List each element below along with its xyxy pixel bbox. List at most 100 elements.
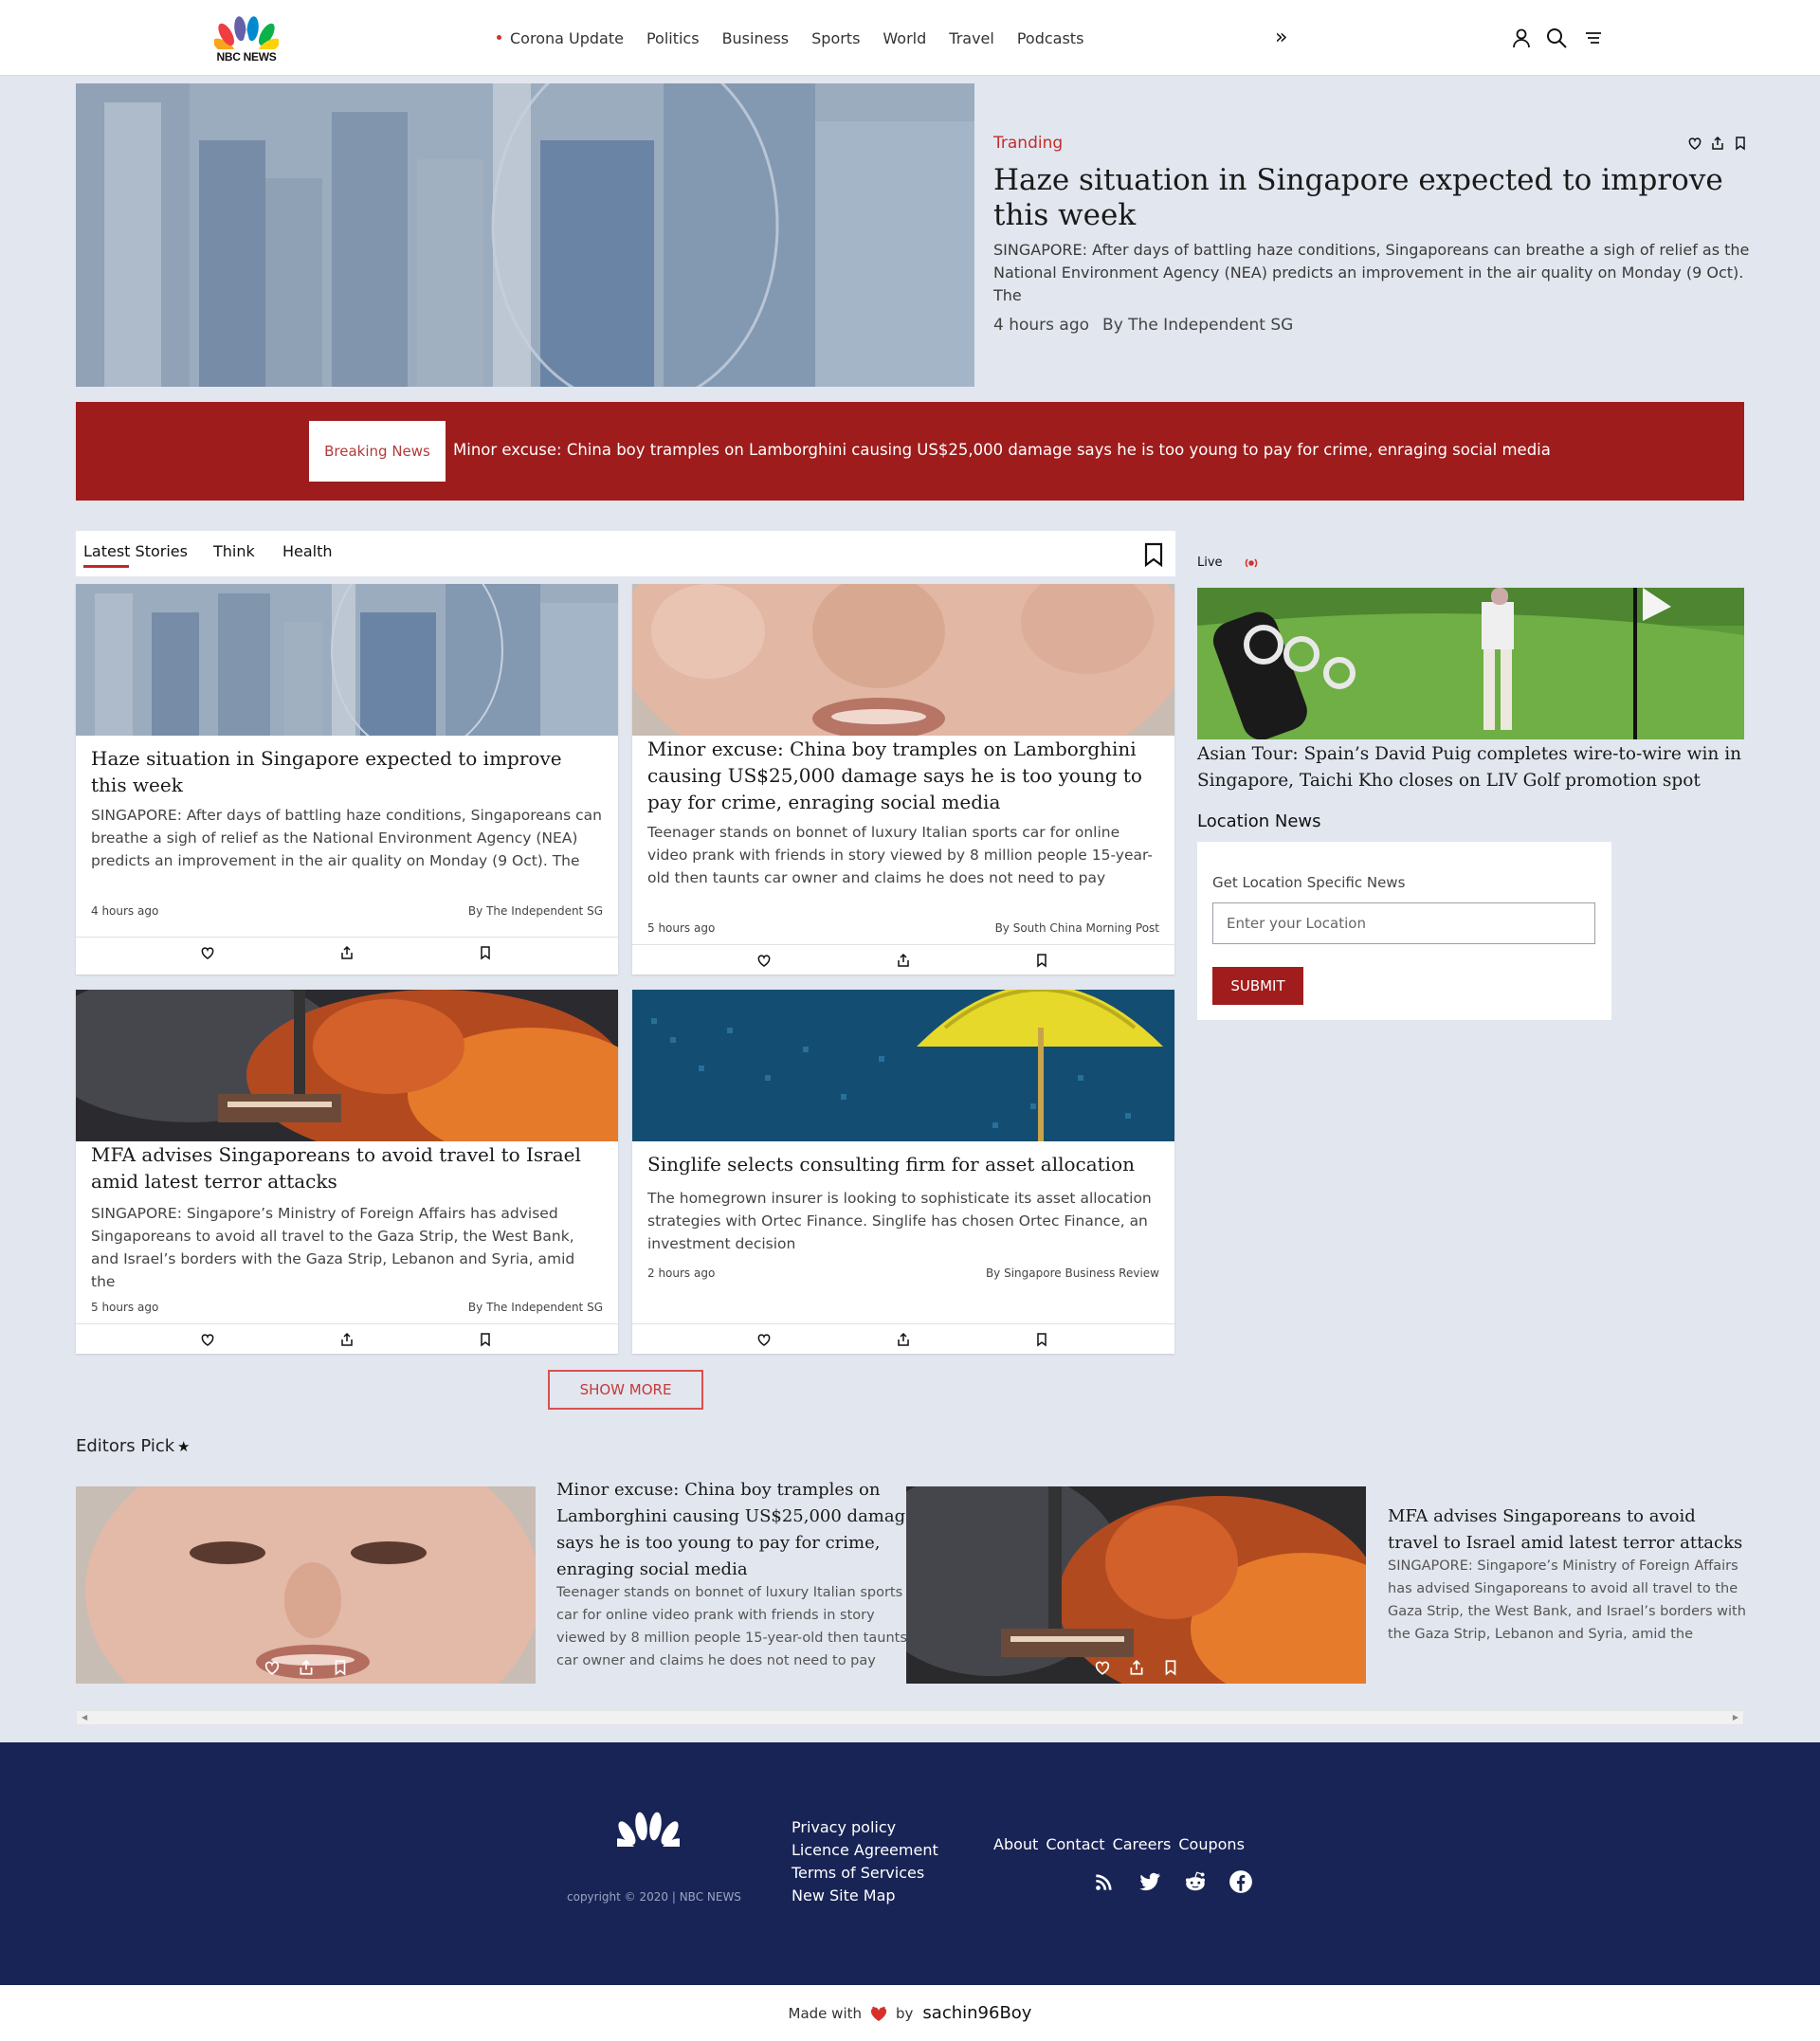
story-description: SINGAPORE: Singapore’s Ministry of Forei… [91,1205,575,1290]
footer-link-privacy[interactable]: Privacy policy [792,1816,938,1839]
heart-icon[interactable] [264,1659,281,1676]
heart-icon[interactable] [200,945,215,960]
story-actions [76,937,618,967]
heart-icon[interactable] [200,1332,215,1347]
menu-icon[interactable] [1582,27,1605,49]
hero-image[interactable] [76,83,974,387]
active-tab-underline [83,565,129,568]
story-author: By South China Morning Post [994,921,1159,935]
location-label: Get Location Specific News [1212,874,1406,891]
rss-icon[interactable] [1092,1869,1117,1894]
more-nav-icon[interactable]: » [1275,27,1287,48]
editors-pick-description: SINGAPORE: Singapore’s Ministry of Forei… [1388,1558,1746,1642]
horizontal-scrollbar[interactable]: ◀ ▶ [76,1710,1744,1725]
search-icon[interactable] [1545,27,1568,49]
footer-link-terms[interactable]: Terms of Services [792,1862,938,1885]
heart-icon[interactable] [756,953,772,968]
copyright-text: copyright © 2020 | NBC NEWS [567,1890,741,1904]
bookmark-icon[interactable] [1162,1659,1179,1676]
heart-icon[interactable] [756,1332,772,1347]
tab-health[interactable]: Health [282,542,333,560]
nav-label: Corona Update [510,28,624,47]
location-form: Get Location Specific News SUBMIT [1197,842,1611,1020]
nav-business[interactable]: Business [722,29,790,47]
story-title[interactable]: Singlife selects consulting firm for ass… [647,1151,1159,1177]
story-image[interactable] [76,584,618,736]
share-icon[interactable] [298,1659,315,1676]
submit-button[interactable]: SUBMIT [1212,967,1303,1005]
share-icon[interactable] [1128,1659,1145,1676]
footer-link-about[interactable]: About [993,1835,1038,1853]
author-link[interactable]: sachin96Boy [922,2003,1031,2023]
bookmark-icon[interactable] [1143,542,1164,567]
bookmark-icon[interactable] [1733,136,1748,151]
share-icon[interactable] [339,1332,355,1347]
story-title[interactable]: Minor excuse: China boy tramples on Lamb… [647,736,1159,815]
editors-pick-title-item[interactable]: MFA advises Singaporeans to avoid travel… [1388,1503,1748,1557]
breaking-news-label[interactable]: Breaking News [309,421,446,482]
nav-travel[interactable]: Travel [949,29,994,47]
story-author: By The Independent SG [467,904,603,918]
hero-actions [1687,136,1748,151]
bookmark-icon[interactable] [1034,953,1049,968]
nav-world[interactable]: World [883,29,926,47]
footer-link-coupons[interactable]: Coupons [1178,1835,1245,1853]
location-input[interactable] [1212,902,1595,944]
editors-pick-image[interactable] [906,1486,1366,1684]
scroll-left-icon[interactable]: ◀ [82,1713,87,1722]
twitter-icon[interactable] [1138,1869,1162,1894]
heart-icon[interactable] [1094,1659,1111,1676]
devil-heart-icon [870,2005,887,2021]
user-icon[interactable] [1510,27,1533,49]
editors-pick-title-item[interactable]: Minor excuse: China boy tramples on Lamb… [556,1477,917,1583]
tab-latest-stories[interactable]: Latest Stories [83,542,188,560]
live-dot-icon [497,34,501,40]
story-image[interactable] [632,990,1174,1141]
made-with-credit: Made with by sachin96Boy [0,1985,1820,2041]
story-card[interactable]: Minor excuse: China boy tramples on Lamb… [632,584,1174,975]
story-card[interactable]: MFA advises Singaporeans to avoid travel… [76,990,618,1354]
story-time: 2 hours ago [647,1267,716,1280]
story-actions [632,944,1174,975]
peacock-logo-icon[interactable] [617,1807,680,1847]
editors-pick-image[interactable] [76,1486,536,1684]
reddit-icon[interactable] [1183,1869,1208,1894]
share-icon[interactable] [1710,136,1725,151]
nav-corona-update[interactable]: Corona Update [497,29,624,47]
haze-city-image [76,83,974,387]
footer-link-licence[interactable]: Licence Agreement [792,1839,938,1862]
nav-podcasts[interactable]: Podcasts [1017,29,1084,47]
live-story-title[interactable]: Asian Tour: Spain’s David Puig completes… [1197,741,1744,794]
location-news-title: Location News [1197,811,1321,831]
nav-sports[interactable]: Sports [811,29,860,47]
show-more-button[interactable]: SHOW MORE [548,1370,703,1410]
hero-title[interactable]: Haze situation in Singapore expected to … [993,163,1742,233]
story-card[interactable]: Singlife selects consulting firm for ass… [632,990,1174,1354]
facebook-icon[interactable] [1228,1869,1253,1894]
footer-link-sitemap[interactable]: New Site Map [792,1885,938,1907]
bookmark-icon[interactable] [332,1659,349,1676]
footer-link-careers[interactable]: Careers [1113,1835,1172,1853]
main-nav: Corona Update Politics Business Sports W… [497,0,1106,76]
footer-link-contact[interactable]: Contact [1046,1835,1104,1853]
story-image[interactable] [76,990,618,1141]
nav-politics[interactable]: Politics [646,29,700,47]
share-icon[interactable] [896,1332,911,1347]
bookmark-icon[interactable] [1034,1332,1049,1347]
live-story-image[interactable] [1197,588,1744,739]
story-card[interactable]: Haze situation in Singapore expected to … [76,584,618,975]
story-title[interactable]: MFA advises Singaporeans to avoid travel… [91,1141,603,1194]
bookmark-icon[interactable] [478,1332,493,1347]
story-image[interactable] [632,584,1174,736]
heart-icon[interactable] [1687,136,1702,151]
share-icon[interactable] [339,945,355,960]
nbc-logo[interactable]: NBC NEWS [214,11,279,64]
fire-smoke-image [906,1486,1366,1684]
breaking-news-text[interactable]: Minor excuse: China boy tramples on Lamb… [453,441,1551,459]
tab-think[interactable]: Think [213,542,255,560]
story-title[interactable]: Haze situation in Singapore expected to … [91,745,603,798]
story-actions [632,1323,1174,1354]
bookmark-icon[interactable] [478,945,493,960]
scroll-right-icon[interactable]: ▶ [1733,1713,1738,1722]
share-icon[interactable] [896,953,911,968]
